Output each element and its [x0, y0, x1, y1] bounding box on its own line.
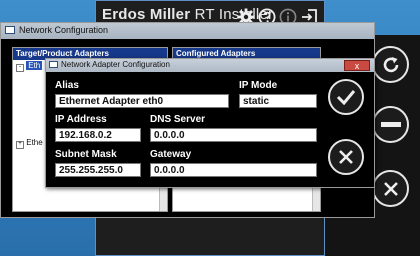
tree-item-1[interactable]: - Eth [16, 61, 43, 72]
network-configuration-titlebar[interactable]: Network Configuration [1, 23, 374, 39]
ip-address-field[interactable]: 192.168.0.2 [55, 128, 141, 142]
dialog-confirm-button[interactable] [328, 79, 364, 115]
dialog-close-button[interactable]: x [344, 60, 370, 71]
ip-address-label: IP Address [55, 114, 107, 125]
tree-item-2[interactable]: + Ethe [16, 138, 43, 149]
close-icon [339, 150, 353, 164]
alias-label: Alias [55, 80, 79, 91]
refresh-icon [383, 56, 398, 72]
subnet-mask-label: Subnet Mask [55, 149, 117, 160]
cancel-button-behind[interactable] [372, 170, 409, 207]
alias-field[interactable]: Ethernet Adapter eth0 [55, 94, 229, 108]
adapter-config-dialog: Network Adapter Configuration x Alias Et… [45, 58, 375, 188]
refresh-button[interactable] [372, 46, 409, 83]
network-configuration-title: Network Configuration [19, 25, 109, 35]
tree-item-label: Ethe [26, 138, 43, 147]
dialog-cancel-button[interactable] [328, 139, 364, 175]
subnet-mask-field[interactable]: 255.255.255.0 [55, 163, 141, 177]
window-icon [49, 61, 58, 68]
gateway-field[interactable]: 0.0.0.0 [150, 163, 317, 177]
dns-server-label: DNS Server [150, 114, 206, 125]
ip-mode-label: IP Mode [239, 80, 278, 91]
ip-mode-field[interactable]: static [239, 94, 317, 108]
dialog-titlebar[interactable]: Network Adapter Configuration x [46, 59, 374, 72]
installer-title-brand: Erdos Miller [102, 6, 191, 23]
remove-button[interactable] [372, 106, 409, 143]
dns-server-field[interactable]: 0.0.0.0 [150, 128, 317, 142]
check-icon [336, 90, 356, 105]
window-icon [5, 26, 15, 34]
tree-expander-icon[interactable]: - [16, 64, 24, 72]
tree-expander-icon[interactable]: + [16, 141, 24, 149]
gateway-label: Gateway [150, 149, 192, 160]
close-icon [383, 181, 398, 196]
tree-item-label: Eth [26, 61, 43, 70]
minus-icon [380, 121, 401, 127]
dialog-title: Network Adapter Configuration [61, 60, 170, 69]
